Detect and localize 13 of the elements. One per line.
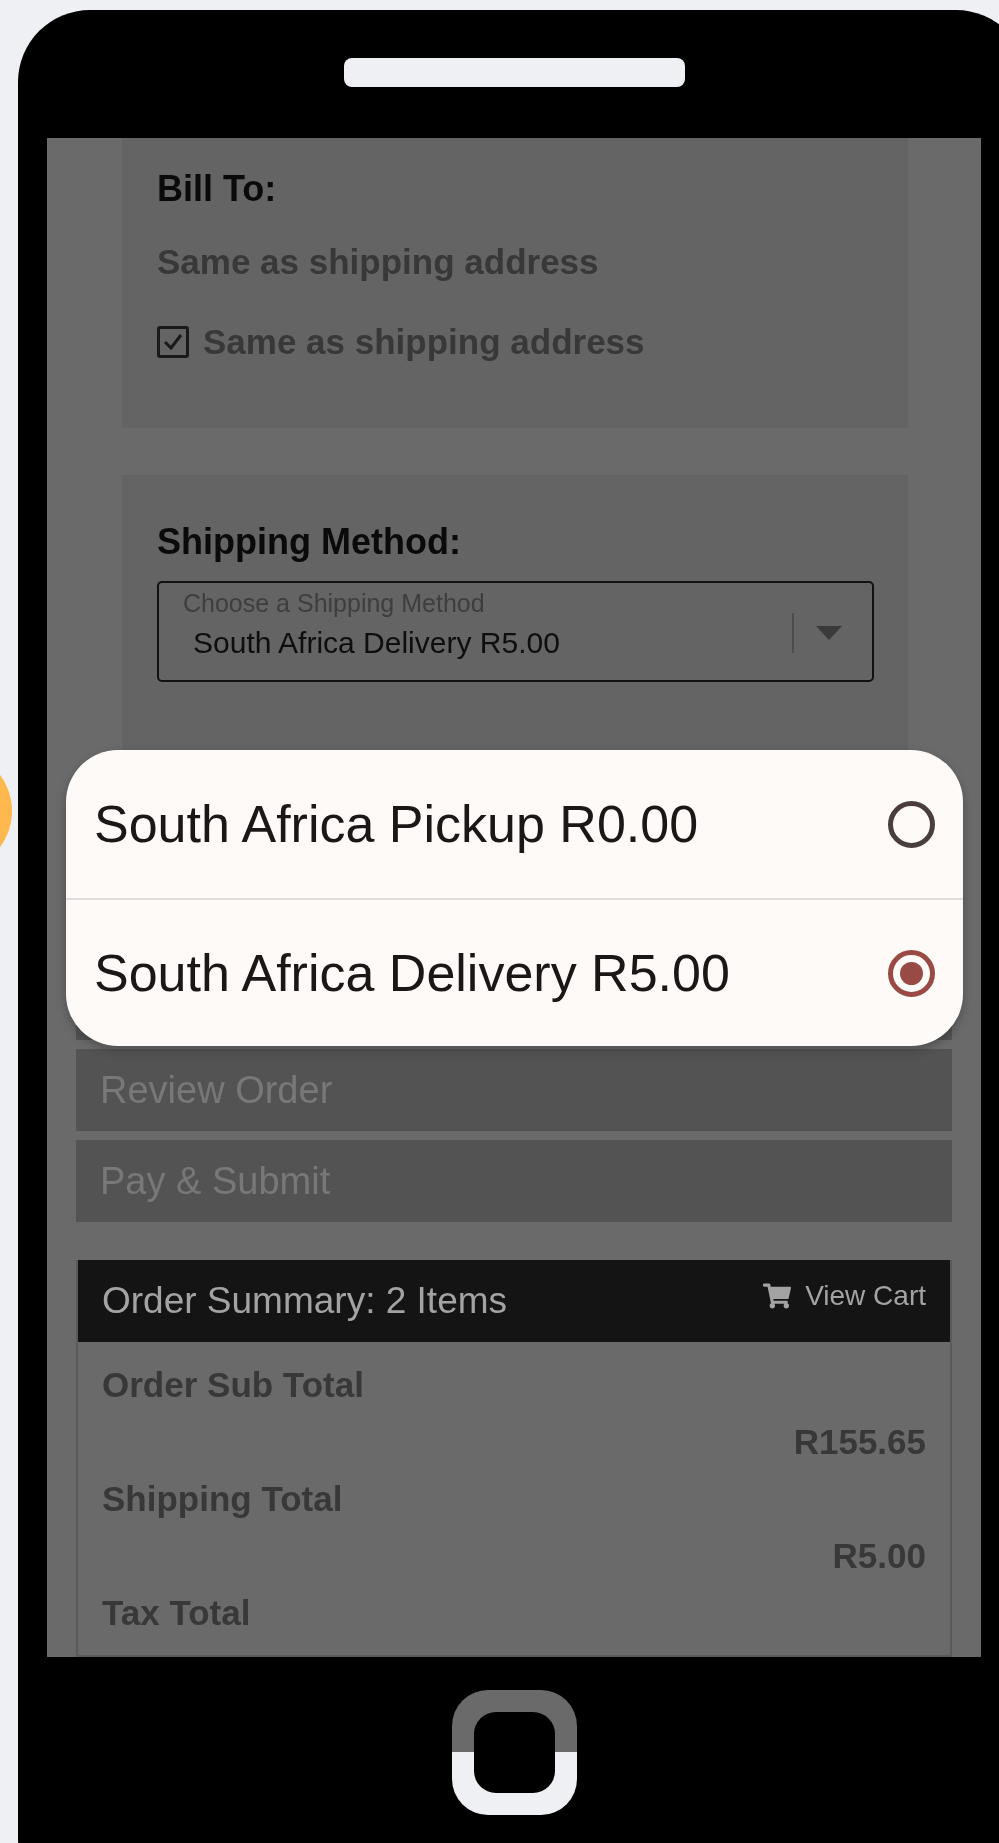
checkbox[interactable]: [157, 326, 189, 358]
cart-icon: [763, 1282, 792, 1310]
shipping-option[interactable]: South Africa Delivery R5.00: [66, 898, 963, 1046]
order-summary-title: Order Summary: 2 Items: [102, 1280, 508, 1322]
checkmark-icon: [162, 332, 184, 352]
shipping-option[interactable]: South Africa Pickup R0.00: [66, 750, 963, 898]
caret-icon: [816, 625, 842, 640]
bill-to-heading: Bill To:: [157, 168, 278, 210]
home-button[interactable]: [451, 1690, 577, 1815]
shipping-method-heading: Shipping Method:: [157, 520, 462, 563]
view-cart-link[interactable]: View Cart: [763, 1280, 926, 1312]
radio-button[interactable]: [888, 800, 935, 848]
radio-button[interactable]: [888, 949, 935, 997]
